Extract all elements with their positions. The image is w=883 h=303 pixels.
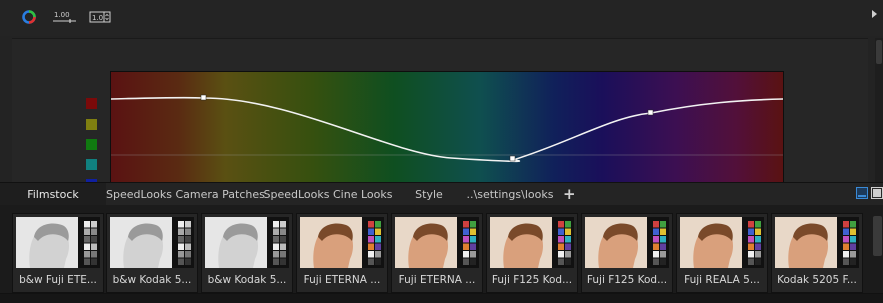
look-preview-image: [585, 217, 669, 268]
swatch-yellow[interactable]: [86, 119, 97, 130]
hue-curve-canvas[interactable]: [110, 71, 784, 187]
look-thumbnail-label: b&w Kodak 5...: [207, 274, 287, 286]
look-preview-image: [775, 217, 859, 268]
look-preview-image: [490, 217, 574, 268]
editor-scrollbar[interactable]: [875, 38, 883, 182]
look-thumbnail-label: b&w Fuji ETE...: [19, 274, 97, 286]
svg-text:1.0: 1.0: [92, 14, 103, 22]
look-preview-image: [300, 217, 384, 268]
hue-curve[interactable]: [111, 96, 783, 163]
tab-style[interactable]: Style: [396, 183, 462, 206]
look-thumbnail[interactable]: Fuji F125 Kod...: [486, 213, 578, 293]
swatch-green[interactable]: [86, 139, 97, 150]
look-thumbnail[interactable]: b&w Kodak 5...: [201, 213, 293, 293]
curve-point-1[interactable]: [200, 94, 207, 101]
swatch-red[interactable]: [86, 98, 97, 109]
expand-right-icon[interactable]: [872, 10, 877, 18]
look-preview-image: [680, 217, 764, 268]
look-thumbnail-label: Fuji REALA 5...: [684, 274, 760, 286]
top-toolbar: 1.00 1.0: [0, 0, 883, 36]
look-thumbnail[interactable]: Fuji ETERNA ...: [391, 213, 483, 293]
look-thumbnail[interactable]: Kodak 5205 F...: [771, 213, 863, 293]
grid-view-icon[interactable]: [871, 187, 883, 199]
look-thumbnail-label: Kodak 5205 F...: [777, 274, 857, 286]
look-thumbnail[interactable]: b&w Kodak 5...: [106, 213, 198, 293]
look-preview-image: [205, 217, 289, 268]
look-preview-image: [16, 217, 100, 268]
swatch-cyan[interactable]: [86, 159, 97, 170]
look-thumbnail-label: Fuji F125 Kod...: [491, 274, 573, 286]
list-view-icon[interactable]: [856, 187, 868, 199]
look-preview-image: [395, 217, 479, 268]
value-box-icon[interactable]: 1.0: [89, 8, 111, 26]
svg-text:1.00: 1.00: [54, 11, 70, 19]
gallery-scrollbar[interactable]: [873, 216, 882, 256]
look-thumbnail[interactable]: Fuji F125 Kod...: [581, 213, 673, 293]
hue-wheel-icon[interactable]: [20, 8, 38, 26]
curve-point-2[interactable]: [509, 155, 516, 162]
look-thumbnail-label: Fuji ETERNA ...: [398, 274, 476, 286]
looks-gallery: b&w Fuji ETE... b&w Kodak 5... b&w Kodak 5…: [0, 205, 883, 303]
look-thumbnail-label: b&w Kodak 5...: [112, 274, 192, 286]
look-preview-image: [110, 217, 194, 268]
tab-speedlooks-cine-looks[interactable]: SpeedLooks Cine Looks: [260, 183, 396, 206]
tab-settings-looks[interactable]: ..\settings\looks: [462, 183, 558, 206]
curve-point-3[interactable]: [647, 109, 654, 116]
tab-speedlooks-camera-patches[interactable]: SpeedLooks Camera Patches: [106, 183, 265, 206]
look-thumbnail-label: Fuji F125 Kod...: [586, 274, 668, 286]
tab-filmstock[interactable]: Filmstock: [0, 183, 106, 206]
looks-tab-bar: Filmstock SpeedLooks Camera Patches Spee…: [0, 182, 883, 206]
look-thumbnail[interactable]: Fuji REALA 5...: [676, 213, 768, 293]
add-tab-button[interactable]: +: [563, 183, 576, 206]
look-thumbnail-label: Fuji ETERNA ...: [303, 274, 381, 286]
look-thumbnail[interactable]: Fuji ETERNA ...: [296, 213, 388, 293]
look-thumbnail[interactable]: b&w Fuji ETE...: [12, 213, 104, 293]
value-slider-icon[interactable]: 1.00: [52, 8, 78, 26]
